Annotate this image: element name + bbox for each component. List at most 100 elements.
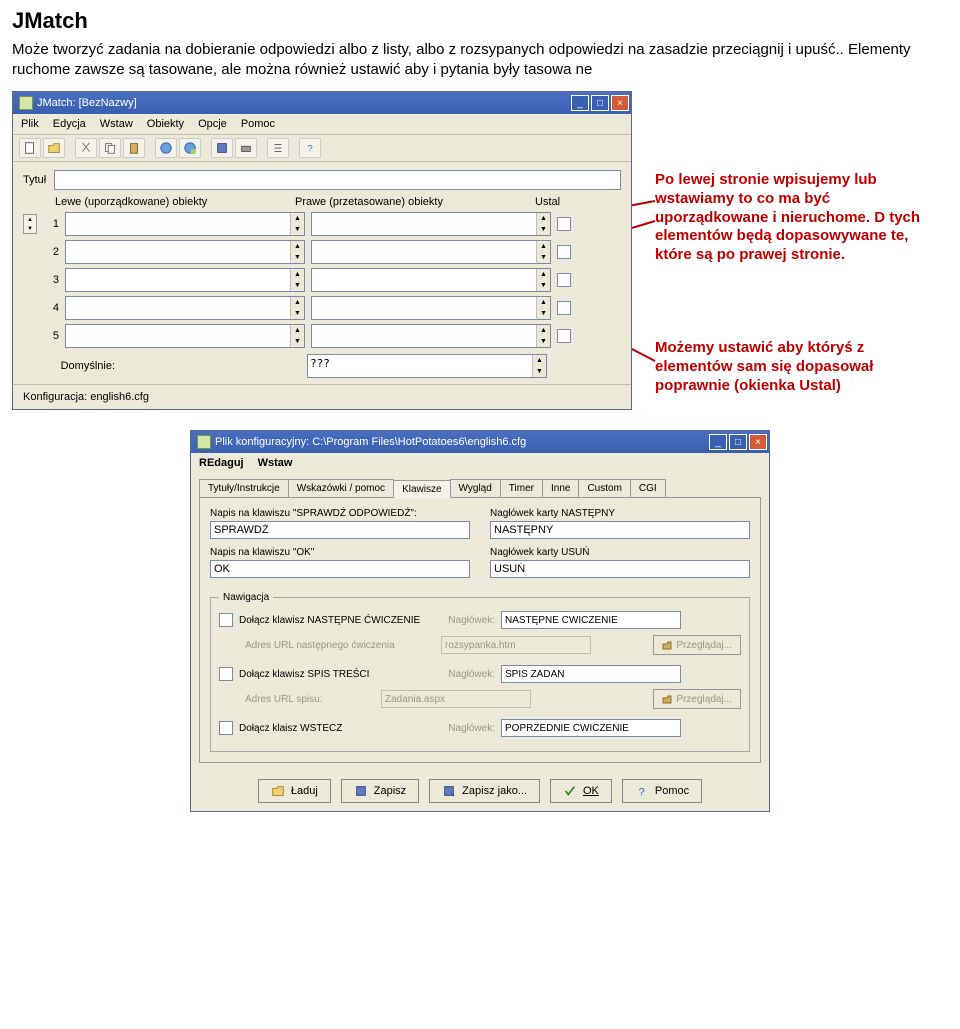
config-window: Plik konfiguracyjny: C:\Program Files\Ho… (190, 430, 770, 812)
input-toc-hdr[interactable] (501, 665, 681, 683)
lbl-header: Nagłówek: (435, 669, 495, 680)
item-row-5: 5 ▲▼ ▲▼ (23, 324, 621, 348)
cfg-menubar: REdaguj Wstaw (191, 453, 769, 473)
doc-paragraph: Może tworzyć zadania na dobieranie odpow… (12, 40, 948, 79)
app-icon (197, 435, 211, 449)
tab-cgi[interactable]: CGI (630, 479, 666, 497)
row-num: 1 (43, 218, 59, 230)
menu-pomoc[interactable]: Pomoc (241, 118, 275, 130)
save-as-button[interactable]: Zapisz jako... (429, 779, 540, 803)
tab-inne[interactable]: Inne (542, 479, 579, 497)
tab-custom[interactable]: Custom (578, 479, 630, 497)
fix-check-3[interactable] (557, 273, 571, 287)
lbl-add-toc: Dołącz klawisz SPIS TREŚCI (239, 669, 429, 680)
chk-toc[interactable] (219, 667, 233, 681)
input-next-exercise-hdr[interactable] (501, 611, 681, 629)
menu-edycja[interactable]: Edycja (53, 118, 86, 130)
maximize-button[interactable]: □ (729, 434, 747, 450)
new-icon[interactable] (19, 138, 41, 158)
list-icon[interactable] (267, 138, 289, 158)
cut-icon[interactable] (75, 138, 97, 158)
svg-text:?: ? (307, 144, 312, 155)
col-fix-header: Ustal (535, 196, 575, 208)
tab-wskazowki[interactable]: Wskazówki / pomoc (288, 479, 394, 497)
right-cell-1[interactable] (312, 213, 536, 235)
right-cell-4[interactable] (312, 297, 536, 319)
input-toc-url (381, 690, 531, 708)
maximize-button[interactable]: □ (591, 95, 609, 111)
item-row-2: 2 ▲▼ ▲▼ (23, 240, 621, 264)
fix-check-4[interactable] (557, 301, 571, 315)
help-icon[interactable]: ? (299, 138, 321, 158)
right-cell-3[interactable] (312, 269, 536, 291)
lbl-next-header: Nagłówek karty NASTĘPNY (490, 508, 750, 519)
left-cell-2[interactable] (66, 241, 290, 263)
input-delete-header[interactable] (490, 560, 750, 578)
annotation-2: Możemy ustawić aby któryś z elementów sa… (655, 339, 935, 395)
default-right-cell[interactable]: ??? (308, 355, 532, 377)
lbl-ok: Napis na klawiszu "OK" (210, 547, 470, 558)
left-cell-3[interactable] (66, 269, 290, 291)
tab-tytuly[interactable]: Tytuły/Instrukcje (199, 479, 289, 497)
browse-button-2[interactable]: Przeglądaj... (653, 689, 741, 709)
ok-button[interactable]: OK (550, 779, 612, 803)
input-check-answer[interactable] (210, 521, 470, 539)
default-label: Domyślnie: (55, 360, 115, 372)
row-num: 2 (43, 246, 59, 258)
minimize-button[interactable]: _ (709, 434, 727, 450)
globe-icon[interactable] (155, 138, 177, 158)
chk-next-exercise[interactable] (219, 613, 233, 627)
close-button[interactable]: × (611, 95, 629, 111)
lbl-toc-url: Adres URL spisu: (245, 694, 375, 705)
help-button[interactable]: ?Pomoc (622, 779, 702, 803)
row-num: 4 (43, 302, 59, 314)
left-cell-4[interactable] (66, 297, 290, 319)
menu-wstaw[interactable]: Wstaw (258, 457, 293, 469)
open-icon[interactable] (43, 138, 65, 158)
copy-icon[interactable] (99, 138, 121, 158)
annotation-1: Po lewej stronie wpisujemy lub wstawiamy… (655, 171, 935, 265)
fix-check-1[interactable] (557, 217, 571, 231)
menu-redaguj[interactable]: REdaguj (199, 457, 244, 469)
menu-wstaw[interactable]: Wstaw (100, 118, 133, 130)
right-cell-5[interactable] (312, 325, 536, 347)
globe2-icon[interactable] (179, 138, 201, 158)
left-cell-5[interactable] (66, 325, 290, 347)
lbl-header: Nagłówek: (435, 723, 495, 734)
paste-icon[interactable] (123, 138, 145, 158)
svg-text:?: ? (638, 786, 644, 798)
tab-wyglad[interactable]: Wygląd (450, 479, 501, 497)
left-cell-1[interactable] (66, 213, 290, 235)
chk-back[interactable] (219, 721, 233, 735)
right-cell-2[interactable] (312, 241, 536, 263)
menubar: Plik Edycja Wstaw Obiekty Opcje Pomoc (13, 114, 631, 135)
minimize-button[interactable]: _ (571, 95, 589, 111)
cfg-titlebar[interactable]: Plik konfiguracyjny: C:\Program Files\Ho… (191, 431, 769, 453)
input-next-header[interactable] (490, 521, 750, 539)
tab-timer[interactable]: Timer (500, 479, 543, 497)
menu-opcje[interactable]: Opcje (198, 118, 227, 130)
menu-plik[interactable]: Plik (21, 118, 39, 130)
cfg-tabs: Tytuły/Instrukcje Wskazówki / pomoc Klaw… (191, 473, 769, 497)
fix-check-5[interactable] (557, 329, 571, 343)
lbl-add-back: Dołącz klaisz WSTECZ (239, 723, 429, 734)
lbl-delete-header: Nagłówek karty USUŃ (490, 547, 750, 558)
title-input[interactable] (54, 170, 621, 190)
lbl-check-answer: Napis na klawiszu "SPRAWDŹ ODPOWIEDŹ": (210, 508, 470, 519)
input-back-hdr[interactable] (501, 719, 681, 737)
print-icon[interactable] (235, 138, 257, 158)
browse-button-1[interactable]: Przeglądaj... (653, 635, 741, 655)
fix-check-2[interactable] (557, 245, 571, 259)
input-ok[interactable] (210, 560, 470, 578)
load-button[interactable]: Ładuj (258, 779, 331, 803)
save-button[interactable]: Zapisz (341, 779, 419, 803)
close-button[interactable]: × (749, 434, 767, 450)
menu-obiekty[interactable]: Obiekty (147, 118, 184, 130)
titlebar[interactable]: JMatch: [BezNazwy] _ □ × (13, 92, 631, 114)
fieldset-nawigacja: Nawigacja Dołącz klawisz NASTĘPNE ĆWICZE… (210, 592, 750, 752)
row-spinner[interactable]: ▲▼ (23, 214, 37, 234)
lbl-next-url: Adres URL następnego ćwiczenia (245, 640, 435, 651)
lbl-header: Nagłówek: (435, 615, 495, 626)
save-icon[interactable] (211, 138, 233, 158)
tab-klawisze[interactable]: Klawisze (393, 480, 450, 498)
